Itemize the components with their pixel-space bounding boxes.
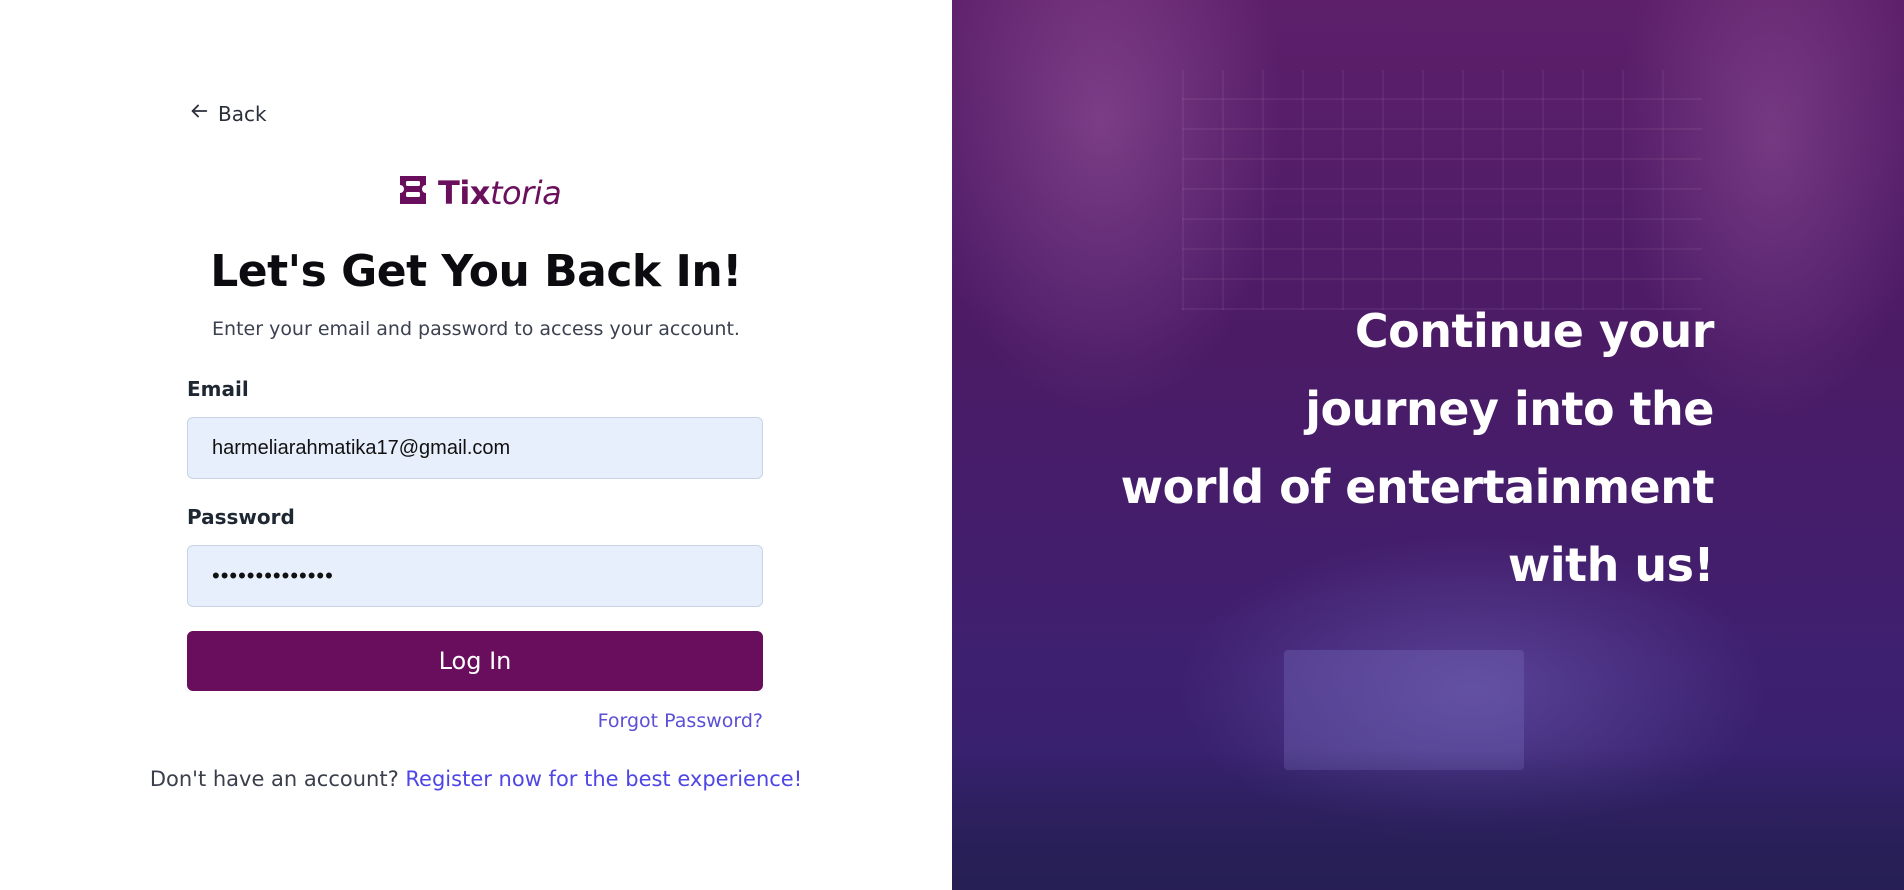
brand-wordmark: Tixtoria bbox=[438, 173, 562, 212]
page-title: Let's Get You Back In! bbox=[210, 246, 742, 297]
login-panel: Back Tixtoria Let's Get You Back In! Ent… bbox=[0, 0, 952, 890]
register-prompt: Don't have an account? bbox=[149, 767, 399, 791]
crowd-background bbox=[952, 750, 1904, 890]
brand-logo: Tixtoria bbox=[396, 172, 562, 213]
hero-tagline-line: with us! bbox=[1507, 538, 1715, 592]
back-link[interactable]: Back bbox=[188, 100, 267, 127]
arrow-left-icon bbox=[188, 100, 210, 127]
hero-panel: Continue your journey into the world of … bbox=[952, 0, 1904, 890]
email-label: Email bbox=[187, 377, 249, 401]
page-subtitle: Enter your email and password to access … bbox=[212, 318, 740, 340]
register-link[interactable]: Register now for the best experience! bbox=[405, 767, 802, 791]
back-label: Back bbox=[218, 101, 267, 126]
register-row: Don't have an account? Register now for … bbox=[0, 767, 952, 791]
ticket-icon bbox=[396, 172, 430, 213]
hero-tagline-line: journey into the bbox=[1305, 382, 1714, 436]
forgot-password-link[interactable]: Forgot Password? bbox=[598, 710, 763, 732]
brand-wordmark-bold: Tix bbox=[438, 173, 490, 212]
hero-tagline-line: Continue your bbox=[1354, 304, 1715, 358]
login-page: Back Tixtoria Let's Get You Back In! Ent… bbox=[0, 0, 1904, 890]
email-field[interactable] bbox=[187, 417, 763, 479]
stage-truss-background bbox=[1182, 70, 1702, 310]
hero-tagline: Continue your journey into the world of … bbox=[1120, 292, 1715, 604]
password-label: Password bbox=[187, 505, 295, 529]
hero-tagline-line: world of entertainment bbox=[1120, 460, 1715, 514]
brand-wordmark-italic: toria bbox=[489, 173, 562, 212]
password-field[interactable] bbox=[187, 545, 763, 607]
login-button[interactable]: Log In bbox=[187, 631, 763, 691]
